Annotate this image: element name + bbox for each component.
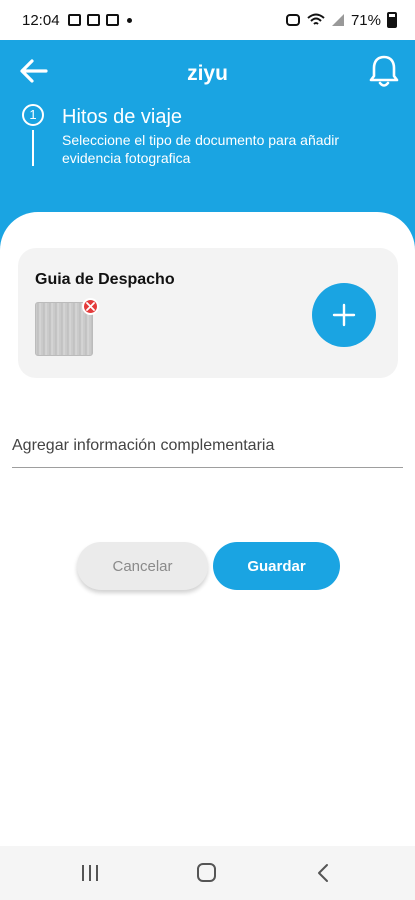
plus-icon [332, 303, 356, 327]
signal-icon [331, 14, 344, 26]
save-button[interactable]: Guardar [213, 542, 340, 590]
step-number: 1 [22, 104, 44, 126]
more-notifications-icon [126, 17, 132, 23]
close-icon [86, 302, 95, 311]
teams-icon [86, 14, 100, 26]
gallery-icon [67, 14, 81, 26]
step-subtitle: Seleccione el tipo de documento para aña… [62, 132, 340, 166]
back-chevron-icon[interactable] [314, 863, 332, 883]
home-icon[interactable] [197, 863, 216, 882]
step-title: Hitos de viaje [62, 106, 183, 128]
app-icon [105, 14, 119, 26]
step-connector [32, 130, 34, 166]
main-content: Guia de Despacho Cancelar Guardar [0, 212, 415, 846]
bell-icon[interactable] [367, 53, 401, 89]
battery-icon [387, 12, 397, 28]
add-photo-button[interactable] [312, 283, 376, 347]
status-bar: 12:04 71% [0, 0, 415, 40]
document-title: Guia de Despacho [35, 271, 175, 288]
notification-icons [67, 14, 132, 26]
system-nav-bar [0, 846, 415, 900]
cancel-button[interactable]: Cancelar [77, 542, 208, 590]
status-time: 12:04 [22, 11, 60, 29]
recent-apps-icon[interactable] [82, 865, 100, 881]
alarm-icon [285, 14, 300, 26]
system-status: 71% [285, 12, 397, 29]
remove-photo-button[interactable] [82, 298, 99, 315]
complementary-info-input[interactable] [12, 424, 403, 468]
app-title: ziyu [187, 62, 228, 85]
document-card: Guia de Despacho [18, 248, 398, 378]
wifi-icon [307, 13, 325, 25]
battery-percent: 71% [350, 11, 381, 29]
